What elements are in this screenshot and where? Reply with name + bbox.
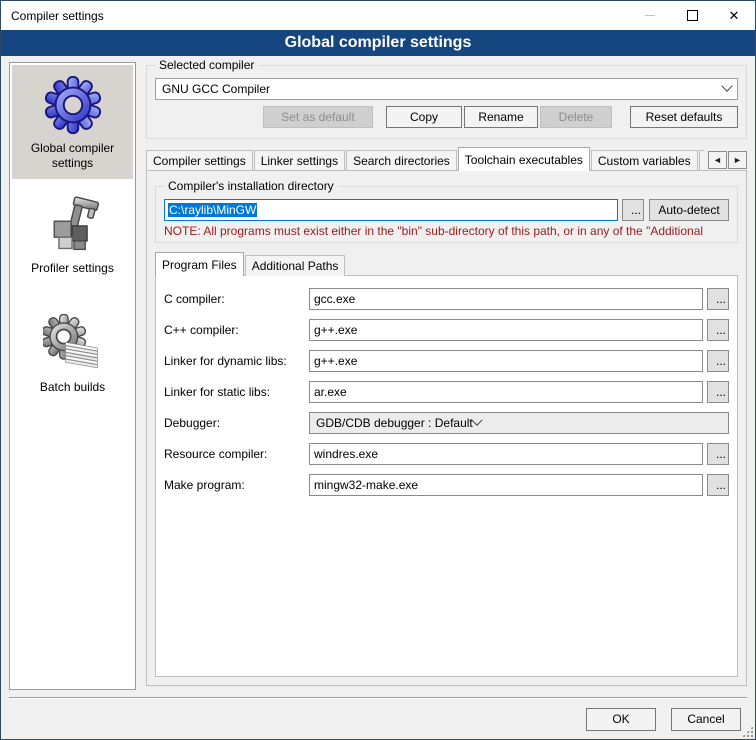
program-files-page: C compiler: ... C++ compiler: ... Linker… bbox=[155, 275, 738, 677]
compiler-select-value: GNU GCC Compiler bbox=[162, 82, 723, 96]
static-linker-row: Linker for static libs: ... bbox=[164, 381, 729, 403]
make-program-input[interactable] bbox=[309, 474, 703, 496]
debugger-select[interactable]: GDB/CDB debugger : Default bbox=[309, 412, 729, 434]
static-linker-label: Linker for static libs: bbox=[164, 385, 309, 399]
debugger-select-value: GDB/CDB debugger : Default bbox=[316, 416, 473, 430]
maximize-button[interactable] bbox=[671, 1, 713, 30]
static-linker-input[interactable] bbox=[309, 381, 703, 403]
make-program-label: Make program: bbox=[164, 478, 309, 492]
reset-defaults-button[interactable]: Reset defaults bbox=[630, 106, 738, 128]
batch-builds-gear-icon bbox=[14, 310, 131, 378]
sidebar-item-profiler-settings[interactable]: Profiler settings bbox=[12, 185, 133, 284]
cpp-compiler-browse-button[interactable]: ... bbox=[707, 319, 729, 341]
compiler-buttons-row: Set as default Copy Rename Delete Reset … bbox=[155, 106, 738, 128]
tab-linker-settings[interactable]: Linker settings bbox=[254, 150, 345, 171]
selected-compiler-group: Selected compiler GNU GCC Compiler Set a… bbox=[146, 65, 747, 139]
installation-directory-group-label: Compiler's installation directory bbox=[164, 179, 338, 193]
tab-scroll-arrows: ◄ ► bbox=[708, 151, 747, 169]
static-linker-browse-button[interactable]: ... bbox=[707, 381, 729, 403]
installation-directory-row: C:\raylib\MinGW ... Auto-detect bbox=[164, 199, 729, 221]
installation-directory-input[interactable]: C:\raylib\MinGW bbox=[164, 199, 618, 221]
resize-grip[interactable] bbox=[742, 726, 753, 737]
sidebar-item-batch-builds[interactable]: Batch builds bbox=[12, 304, 133, 403]
installation-directory-group: Compiler's installation directory C:\ray… bbox=[155, 186, 738, 243]
sidebar-item-label: Batch builds bbox=[14, 380, 131, 395]
tab-scroll-right-button[interactable]: ► bbox=[728, 151, 747, 169]
dialog-body: Global compiler settings bbox=[1, 56, 755, 697]
tab-toolchain-executables[interactable]: Toolchain executables bbox=[458, 147, 590, 171]
c-compiler-label: C compiler: bbox=[164, 292, 309, 306]
settings-tabstrip: Compiler settings Linker settings Search… bbox=[146, 147, 747, 171]
installation-directory-value: C:\raylib\MinGW bbox=[168, 203, 257, 217]
rename-button[interactable]: Rename bbox=[464, 106, 538, 128]
dynamic-linker-browse-button[interactable]: ... bbox=[707, 350, 729, 372]
toolchain-executables-page: Compiler's installation directory C:\ray… bbox=[146, 170, 747, 686]
tab-custom-variables[interactable]: Custom variables bbox=[591, 150, 698, 171]
sidebar-item-label: Global compiler settings bbox=[14, 141, 131, 171]
resource-compiler-browse-button[interactable]: ... bbox=[707, 443, 729, 465]
selected-compiler-group-label: Selected compiler bbox=[155, 58, 258, 72]
auto-detect-button[interactable]: Auto-detect bbox=[649, 199, 729, 221]
sidebar-item-global-compiler-settings[interactable]: Global compiler settings bbox=[12, 65, 133, 179]
resource-compiler-row: Resource compiler: ... bbox=[164, 443, 729, 465]
chevron-down-icon bbox=[721, 81, 732, 92]
delete-button[interactable]: Delete bbox=[540, 106, 612, 128]
c-compiler-browse-button[interactable]: ... bbox=[707, 288, 729, 310]
close-button[interactable]: ✕ bbox=[713, 1, 755, 30]
window-title: Compiler settings bbox=[1, 9, 629, 23]
cpp-compiler-label: C++ compiler: bbox=[164, 323, 309, 337]
resource-compiler-input[interactable] bbox=[309, 443, 703, 465]
make-program-row: Make program: ... bbox=[164, 474, 729, 496]
cpp-compiler-input[interactable] bbox=[309, 319, 703, 341]
dynamic-linker-label: Linker for dynamic libs: bbox=[164, 354, 309, 368]
programs-tabstrip: Program Files Additional Paths bbox=[155, 253, 738, 276]
bin-subdirectory-note: NOTE: All programs must exist either in … bbox=[164, 224, 729, 238]
maximize-icon bbox=[687, 10, 698, 21]
close-icon: ✕ bbox=[729, 9, 740, 22]
global-settings-gear-icon bbox=[14, 71, 131, 139]
copy-button[interactable]: Copy bbox=[386, 106, 462, 128]
main-content: Selected compiler GNU GCC Compiler Set a… bbox=[146, 62, 747, 691]
settings-tabs: Compiler settings Linker settings Search… bbox=[146, 147, 704, 171]
tab-additional-paths[interactable]: Additional Paths bbox=[245, 255, 346, 276]
tab-build-options[interactable]: Build options bbox=[699, 150, 704, 171]
compiler-settings-dialog: Compiler settings ✕ Global compiler sett… bbox=[0, 0, 756, 740]
resource-compiler-label: Resource compiler: bbox=[164, 447, 309, 461]
settings-sidebar: Global compiler settings bbox=[9, 62, 136, 690]
dynamic-linker-input[interactable] bbox=[309, 350, 703, 372]
tab-compiler-settings[interactable]: Compiler settings bbox=[146, 150, 253, 171]
tab-search-directories[interactable]: Search directories bbox=[346, 150, 457, 171]
c-compiler-input[interactable] bbox=[309, 288, 703, 310]
installation-directory-browse-button[interactable]: ... bbox=[622, 199, 644, 221]
window-controls: ✕ bbox=[629, 1, 755, 30]
cancel-button[interactable]: Cancel bbox=[671, 708, 741, 731]
profiler-caliper-icon bbox=[14, 191, 131, 259]
dynamic-linker-row: Linker for dynamic libs: ... bbox=[164, 350, 729, 372]
minimize-button[interactable] bbox=[629, 1, 671, 30]
compiler-select[interactable]: GNU GCC Compiler bbox=[155, 78, 738, 100]
page-title: Global compiler settings bbox=[1, 30, 755, 56]
cpp-compiler-row: C++ compiler: ... bbox=[164, 319, 729, 341]
tab-program-files[interactable]: Program Files bbox=[155, 252, 244, 276]
minimize-icon bbox=[645, 15, 655, 16]
make-program-browse-button[interactable]: ... bbox=[707, 474, 729, 496]
titlebar: Compiler settings ✕ bbox=[1, 1, 755, 30]
set-as-default-button[interactable]: Set as default bbox=[263, 106, 373, 128]
debugger-row: Debugger: GDB/CDB debugger : Default bbox=[164, 412, 729, 434]
c-compiler-row: C compiler: ... bbox=[164, 288, 729, 310]
tab-scroll-left-button[interactable]: ◄ bbox=[708, 151, 727, 169]
debugger-label: Debugger: bbox=[164, 416, 309, 430]
sidebar-item-label: Profiler settings bbox=[14, 261, 131, 276]
dialog-footer: OK Cancel bbox=[1, 699, 755, 739]
ok-button[interactable]: OK bbox=[586, 708, 656, 731]
